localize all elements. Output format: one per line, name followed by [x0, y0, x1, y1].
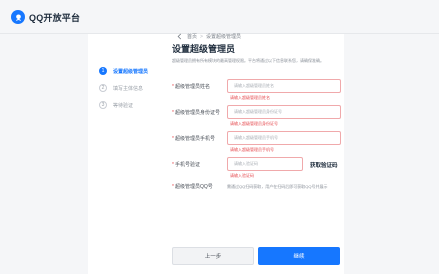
required-mark: * [172, 161, 174, 168]
step-2: 2 填写主体信息 [99, 83, 148, 93]
app-logo[interactable]: QQ开放平台 [11, 10, 80, 24]
logo-text: QQ开放平台 [29, 12, 81, 23]
step-2-number: 2 [99, 84, 107, 92]
page-background [0, 34, 439, 274]
step-3: 3 等待验证 [99, 100, 148, 110]
qq-logo-icon [11, 10, 25, 24]
form-row-id-number: *超级管理员身份证号 请输入超级管理员身份证号 [172, 105, 341, 119]
breadcrumb-home[interactable]: 首页 [187, 33, 197, 40]
next-button[interactable]: 继续 [258, 247, 340, 265]
phone-input[interactable]: 请输入超级管理员手机号 [227, 131, 341, 145]
page-title: 设置超级管理员 [172, 44, 236, 54]
top-bar: QQ开放平台 [0, 0, 439, 34]
form-row-sms-code: *手机号验证 请输入验证码 [172, 157, 303, 171]
step-indicator: 1 设置超级管理员 2 填写主体信息 3 等待验证 [99, 66, 148, 117]
qq-label: *超级管理员QQ号 [172, 184, 213, 190]
required-mark: * [172, 135, 174, 142]
back-chevron-icon[interactable] [176, 33, 183, 40]
id-number-input[interactable]: 请输入超级管理员身份证号 [227, 105, 341, 119]
phone-label: *超级管理员手机号 [172, 135, 215, 142]
form-row-name: *超级管理员姓名 请输入超级管理员姓名 [172, 79, 341, 93]
step-1: 1 设置超级管理员 [99, 66, 148, 76]
step-1-number: 1 [99, 67, 107, 75]
id-number-error: 请输入超级管理员身份证号 [230, 121, 278, 126]
page-description: 超级管理员拥有所有模块的最高管理权限。平台将通过以下信息联系您，请确保准确。 [172, 58, 324, 63]
name-input[interactable]: 请输入超级管理员姓名 [227, 79, 341, 93]
step-2-label: 填写主体信息 [113, 85, 144, 92]
form-row-phone: *超级管理员手机号 请输入超级管理员手机号 [172, 131, 341, 145]
breadcrumb-separator: > [200, 33, 203, 40]
sms-code-label: *手机号验证 [172, 161, 200, 168]
breadcrumb-current: 设置超级管理员 [205, 34, 241, 40]
prev-button[interactable]: 上一步 [172, 247, 254, 265]
step-3-number: 3 [99, 101, 107, 109]
form-row-qq: *超级管理员QQ号 需通过QQ扫码获取，用户在扫码后即可获取QQ号并展示 [172, 183, 328, 191]
required-mark: * [172, 184, 174, 190]
breadcrumb: 首页 > 设置超级管理员 [176, 33, 241, 40]
required-mark: * [172, 109, 174, 116]
qq-hint: 需通过QQ扫码获取，用户在扫码后即可获取QQ号并展示 [227, 183, 328, 189]
required-mark: * [172, 83, 174, 90]
sms-code-error: 请输入验证码 [230, 173, 254, 178]
name-error: 请输入超级管理员姓名 [230, 95, 270, 100]
id-number-label: *超级管理员身份证号 [172, 109, 220, 116]
get-code-button[interactable]: 获取验证码 [310, 161, 338, 169]
name-label: *超级管理员姓名 [172, 83, 210, 90]
step-3-label: 等待验证 [113, 102, 134, 109]
phone-error: 请输入超级管理员手机号 [230, 147, 274, 152]
step-1-label: 设置超级管理员 [113, 68, 149, 75]
sms-code-input[interactable]: 请输入验证码 [227, 157, 303, 171]
